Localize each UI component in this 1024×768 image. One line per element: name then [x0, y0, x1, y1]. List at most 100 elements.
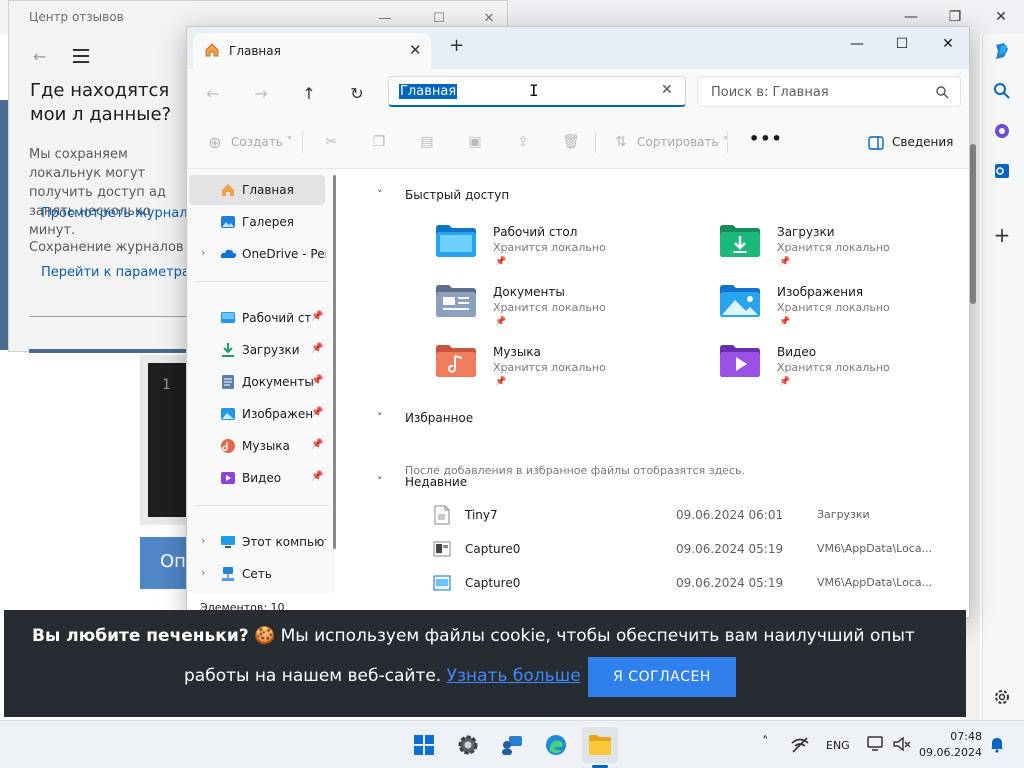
gallery-icon — [220, 214, 236, 230]
quick-access-item[interactable]: Документы Хранится локально 📌 — [435, 284, 715, 338]
create-button[interactable]: Создать ˅ — [231, 135, 293, 149]
tab-close-icon[interactable]: ✕ — [409, 41, 422, 59]
content-scrollbar[interactable] — [969, 169, 970, 265]
new-tab-button[interactable]: + — [449, 37, 464, 55]
address-bar[interactable]: Главная I ✕ — [388, 76, 686, 107]
quick-access-item[interactable]: Музыка Хранится локально 📌 — [435, 344, 715, 398]
pin-icon[interactable]: 📌 — [311, 439, 323, 450]
copy-icon[interactable]: ❐ — [369, 132, 389, 152]
toolbar-divider — [302, 131, 303, 153]
back-icon[interactable]: ← — [201, 81, 225, 105]
volume-muted-icon[interactable] — [892, 735, 912, 757]
start-button[interactable] — [406, 727, 442, 763]
pin-icon[interactable]: 📌 — [311, 343, 323, 354]
hamburger-menu-icon[interactable] — [73, 49, 89, 67]
learn-more-link[interactable]: Узнать больше — [447, 666, 581, 686]
forward-icon[interactable]: → — [249, 81, 273, 105]
language-indicator[interactable]: ENG — [826, 739, 850, 752]
sidebar-item-music[interactable]: Музыка 📌 — [189, 431, 325, 461]
browser-close-button[interactable]: ✕ — [978, 4, 1024, 30]
recent-file-row[interactable]: Capture0 09.06.2024 05:19 VM6\AppData\Lo… — [343, 533, 969, 565]
search-icon[interactable] — [987, 76, 1017, 106]
refresh-icon[interactable]: ↻ — [345, 81, 369, 105]
up-icon[interactable]: ↑ — [297, 81, 321, 105]
tab-label: Главная — [229, 44, 281, 58]
details-button[interactable]: Сведения — [892, 135, 953, 149]
pin-icon[interactable]: 📌 — [311, 375, 323, 386]
accept-cookies-button[interactable]: Я СОГЛАСЕН — [588, 657, 736, 697]
search-box[interactable]: Поиск в: Главная — [697, 76, 961, 107]
back-arrow-icon[interactable]: ← — [33, 47, 46, 66]
section-favorites[interactable]: Избранное — [405, 411, 473, 425]
shopping-icon[interactable] — [987, 116, 1017, 146]
add-sidebar-icon[interactable]: + — [987, 220, 1017, 250]
maximize-button[interactable]: ☐ — [879, 31, 925, 57]
clock-date: 09.06.2024 — [919, 746, 982, 759]
minimize-button[interactable]: — — [834, 31, 880, 57]
cut-icon[interactable]: ✂ — [321, 132, 341, 152]
recent-file-row[interactable]: Tiny7 09.06.2024 06:01 Загрузки — [343, 499, 969, 531]
sidebar-item-desktop[interactable]: Рабочий стол 📌 — [189, 303, 325, 333]
search-input[interactable]: Поиск в: Главная — [711, 85, 829, 100]
quick-access-item[interactable]: Видео Хранится локально 📌 — [719, 344, 969, 398]
sidebar-item-onedrive[interactable]: › OneDrive - Personal — [189, 239, 326, 269]
new-icon[interactable]: ⊕ — [205, 132, 225, 152]
quick-access-item[interactable]: Изображения Хранится локально 📌 — [719, 284, 969, 338]
image-file-icon — [433, 573, 451, 593]
clear-address-icon[interactable]: ✕ — [661, 82, 673, 98]
display-icon[interactable] — [866, 735, 886, 757]
pin-icon[interactable]: 📌 — [311, 407, 323, 418]
outlook-icon[interactable] — [987, 156, 1017, 186]
go-to-settings-link[interactable]: Перейти к параметрам — [41, 265, 200, 280]
details-pane-icon[interactable] — [868, 135, 884, 154]
window-title: Центр отзывов — [29, 10, 124, 24]
network-status-icon[interactable] — [790, 736, 810, 758]
copilot-icon[interactable] — [987, 36, 1017, 66]
sidebar-item-downloads[interactable]: Загрузки 📌 — [189, 335, 325, 365]
settings-app-icon[interactable] — [450, 727, 486, 763]
sidebar-item-pictures[interactable]: Изображения 📌 — [189, 399, 325, 429]
chevron-right-icon[interactable]: › — [201, 534, 205, 547]
sidebar-item-documents[interactable]: Документы 📌 — [189, 367, 325, 397]
more-options-button[interactable]: ••• — [749, 129, 783, 148]
search-icon[interactable] — [936, 84, 949, 103]
chevron-right-icon[interactable]: › — [201, 566, 205, 579]
file-explorer-taskbar-icon[interactable] — [582, 727, 618, 763]
share-icon[interactable]: ⇪ — [513, 132, 533, 152]
pin-icon: 📌 — [779, 377, 791, 387]
sidebar-item-home[interactable]: Главная — [189, 175, 325, 205]
code-line-number: 1 — [162, 377, 171, 393]
clock[interactable]: 07:48 09.06.2024 — [916, 729, 982, 761]
notification-bell-icon[interactable] — [988, 735, 1006, 757]
sort-button[interactable]: Сортировать ˅ — [637, 135, 728, 149]
home-icon — [204, 42, 220, 62]
quick-access-item[interactable]: Рабочий стол Хранится локально 📌 — [435, 224, 715, 278]
chevron-down-icon[interactable]: ˅ — [377, 188, 383, 201]
chevron-down-icon[interactable]: ˅ — [377, 475, 383, 488]
pin-icon[interactable]: 📌 — [311, 311, 323, 322]
section-quick-access[interactable]: Быстрый доступ — [405, 188, 509, 202]
settings-icon[interactable] — [987, 682, 1017, 712]
page-accent-strip — [0, 100, 8, 350]
section-recent[interactable]: Недавние — [405, 475, 467, 489]
address-text[interactable]: Главная — [399, 84, 458, 99]
tab-home[interactable]: Главная ✕ — [193, 33, 431, 69]
show-hidden-icons-chevron[interactable]: ˄ — [762, 735, 769, 750]
delete-icon[interactable]: 🗑 — [561, 132, 581, 152]
sidebar-item-network[interactable]: › Сеть — [189, 559, 325, 589]
pin-icon[interactable]: 📌 — [311, 471, 323, 482]
paste-icon[interactable]: ▤ — [417, 132, 437, 152]
chat-app-icon[interactable] — [494, 727, 530, 763]
sidebar-item-videos[interactable]: Видео 📌 — [189, 463, 325, 493]
rename-icon[interactable]: ▣ — [465, 132, 485, 152]
close-button[interactable]: ✕ — [925, 31, 969, 57]
sort-icon[interactable]: ⇅ — [611, 132, 631, 152]
navigation-scrollbar[interactable] — [333, 175, 336, 549]
sidebar-item-this-pc[interactable]: › Этот компьютер — [189, 527, 326, 557]
chevron-right-icon[interactable]: › — [201, 246, 205, 259]
sidebar-item-gallery[interactable]: Галерея — [189, 207, 325, 237]
chevron-down-icon[interactable]: ˅ — [377, 411, 383, 424]
quick-access-item[interactable]: Загрузки Хранится локально 📌 — [719, 224, 969, 278]
recent-file-row[interactable]: Capture0 09.06.2024 05:19 VM6\AppData\Lo… — [343, 567, 969, 599]
edge-browser-icon[interactable] — [538, 727, 574, 763]
